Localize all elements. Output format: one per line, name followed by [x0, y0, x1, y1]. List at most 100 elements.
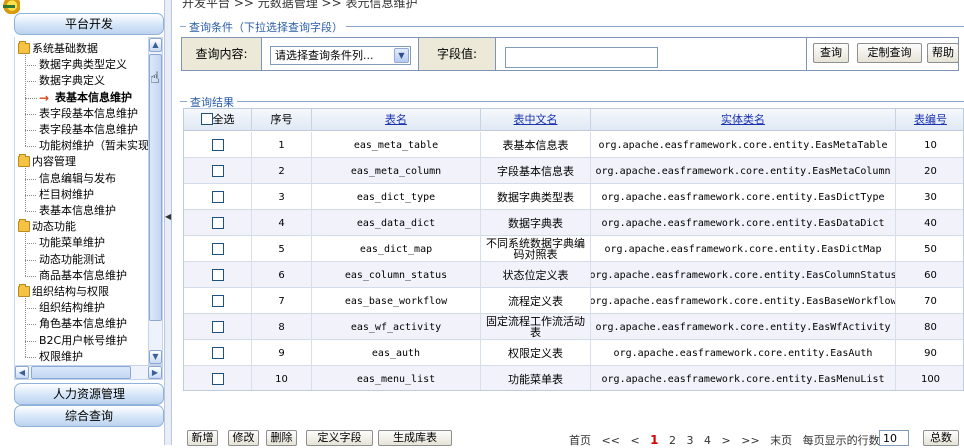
scroll-thumb[interactable] — [149, 54, 162, 321]
delete-button[interactable]: 删除 — [266, 430, 297, 446]
tree-item[interactable]: 功能树维护（暂未实现） — [15, 138, 149, 154]
table-no-cell: 90 — [896, 340, 963, 366]
row-checkbox-cell[interactable] — [184, 262, 252, 288]
row-checkbox-cell[interactable] — [184, 236, 252, 262]
scroll-right-icon[interactable]: ▶ — [148, 366, 162, 379]
tree-item[interactable]: 商品基本信息维护 — [15, 268, 127, 284]
tree-item-label: 组织结构维护 — [39, 301, 105, 315]
select-all-checkbox[interactable] — [200, 113, 213, 125]
add-button[interactable]: 新增 — [187, 430, 218, 446]
query-field-select[interactable]: 请选择查询条件列... ▼ — [270, 46, 411, 65]
row-checkbox-cell[interactable] — [184, 340, 252, 366]
table-no-header[interactable]: 表编号 — [896, 109, 963, 131]
query-section-title: 查询条件（下拉选择查询字段） — [186, 19, 346, 35]
hscroll-thumb[interactable] — [31, 366, 131, 379]
tree-item[interactable]: 角色基本信息维护 — [15, 316, 127, 332]
tree-item[interactable]: 表字段基本信息维护 — [15, 122, 138, 138]
field-value-input[interactable] — [505, 47, 658, 68]
sort-table-name-link[interactable]: 表名 — [385, 113, 407, 126]
row-checkbox[interactable] — [211, 295, 224, 307]
tree-item[interactable]: 栏目树维护 — [15, 187, 94, 203]
scroll-up-icon[interactable]: ▲ — [149, 38, 162, 52]
table-row[interactable]: 10 eas_menu_list 功能菜单表 org.apache.easframew… — [184, 366, 963, 390]
custom-query-button[interactable]: 定制查询 — [857, 43, 922, 63]
table-row[interactable]: 7 eas_base_workflow 流程定义表 org.apache.easfra… — [184, 288, 963, 314]
row-checkbox[interactable] — [211, 347, 224, 359]
tree-folder[interactable]: 组织结构与权限 — [15, 284, 109, 300]
total-button[interactable]: 总数 — [923, 430, 959, 446]
scroll-left-icon[interactable]: ◀ — [15, 366, 29, 379]
seq-cell: 8 — [252, 314, 312, 340]
row-checkbox-cell[interactable] — [184, 288, 252, 314]
tree-item[interactable]: 功能菜单维护 — [15, 235, 105, 251]
scroll-down-icon[interactable]: ▼ — [149, 350, 162, 364]
select-all-header[interactable]: 全选 — [184, 109, 252, 131]
pager-next-group[interactable]: >> — [741, 434, 759, 447]
pager-page-4[interactable]: 4 — [704, 434, 711, 447]
rows-per-page-input[interactable] — [879, 430, 909, 446]
tree-item[interactable]: 表基本信息维护 — [15, 203, 116, 219]
table-name-header[interactable]: 表名 — [312, 109, 481, 131]
table-no-cell-text: 20 — [924, 165, 937, 177]
row-checkbox-cell[interactable] — [184, 132, 252, 158]
tree-item[interactable]: 组织结构维护 — [15, 300, 105, 316]
section-hr[interactable]: 人力资源管理 — [14, 383, 164, 405]
pager-page-3[interactable]: 3 — [687, 434, 694, 447]
row-checkbox-cell[interactable] — [184, 314, 252, 340]
tree-item[interactable]: 表字段基本信息维护 — [15, 106, 138, 122]
pager-next[interactable]: > — [722, 434, 731, 447]
table-row[interactable]: 4 eas_data_dict 数据字典表 org.apache.easframewo… — [184, 210, 963, 236]
table-row[interactable]: 9 eas_auth 权限定义表 org.apache.easframework.co… — [184, 340, 963, 366]
collapse-arrow-icon[interactable]: ◀ — [165, 212, 171, 221]
pager-prev-group[interactable]: << — [602, 434, 620, 447]
table-row[interactable]: 3 eas_dict_type 数据字典类型表 org.apache.easframe… — [184, 184, 963, 210]
left-sidebar: 平台开发 系统基础数据 数据字典类型定义 数据字典定义 → 表基本信息维护 表字段基本信息… — [0, 0, 168, 445]
tree-item[interactable]: B2C用户帐号维护 — [15, 333, 127, 349]
table-no-cell-text: 10 — [924, 139, 937, 151]
row-checkbox[interactable] — [211, 191, 224, 203]
pager-last[interactable]: 末页 — [770, 434, 792, 447]
sort-table-no-link[interactable]: 表编号 — [914, 113, 947, 126]
section-platform-dev[interactable]: 平台开发 — [14, 13, 164, 35]
tree-item[interactable]: 动态功能测试 — [15, 252, 105, 268]
section-query[interactable]: 综合查询 — [14, 405, 164, 427]
table-row[interactable]: 6 eas_column_status 状态位定义表 org.apache.easfr… — [184, 262, 963, 288]
row-checkbox[interactable] — [211, 321, 224, 333]
entity-class-header[interactable]: 实体类名 — [591, 109, 896, 131]
row-checkbox-cell[interactable] — [184, 184, 252, 210]
tree-item[interactable]: 数据字典定义 — [15, 73, 105, 89]
row-checkbox-cell[interactable] — [184, 366, 252, 390]
tree-item[interactable]: 数据字典类型定义 — [15, 57, 127, 73]
tree-horizontal-scrollbar[interactable]: ◀ ▶ — [14, 365, 163, 380]
query-button[interactable]: 查询 — [813, 43, 849, 63]
row-checkbox[interactable] — [211, 243, 224, 255]
results-section-line — [180, 101, 964, 102]
generate-table-button[interactable]: 生成库表 — [378, 430, 452, 446]
sort-cn-name-link[interactable]: 表中文名 — [514, 113, 558, 126]
cn-name-header[interactable]: 表中文名 — [481, 109, 591, 131]
pager-first[interactable]: 首页 — [569, 434, 591, 447]
help-button[interactable]: 帮助 — [927, 43, 959, 63]
tree-item-current[interactable]: → 表基本信息维护 — [15, 90, 132, 106]
panel-splitter[interactable]: ◀ — [164, 0, 172, 445]
row-checkbox[interactable] — [211, 217, 224, 229]
sort-entity-class-link[interactable]: 实体类名 — [721, 113, 765, 126]
chevron-down-icon[interactable]: ▼ — [394, 48, 409, 63]
query-bar: 查询内容: 请选择查询条件列... ▼ 字段值: 查询 定制查询 帮助 — [181, 37, 959, 71]
row-checkbox[interactable] — [211, 373, 224, 385]
row-checkbox[interactable] — [211, 269, 224, 281]
pager-page-2[interactable]: 2 — [669, 434, 676, 447]
tree-item[interactable]: 信息编辑与发布 — [15, 171, 116, 187]
table-row[interactable]: 1 eas_meta_table 表基本信息表 org.apache.easframe… — [184, 132, 963, 158]
define-fields-button[interactable]: 定义字段 — [306, 430, 373, 446]
row-checkbox-cell[interactable] — [184, 210, 252, 236]
row-checkbox-cell[interactable] — [184, 158, 252, 184]
row-checkbox[interactable] — [211, 165, 224, 177]
edit-button[interactable]: 修改 — [228, 430, 259, 446]
table-row[interactable]: 2 eas_meta_column 字段基本信息表 org.apache.easfra… — [184, 158, 963, 184]
tree-folder[interactable]: 系统基础数据 — [15, 41, 98, 57]
pager-prev[interactable]: < — [630, 434, 639, 447]
row-checkbox[interactable] — [211, 139, 224, 151]
table-row[interactable]: 8 eas_wf_activity 固定流程工作流活动表 org.apache.eas… — [184, 314, 963, 340]
table-row[interactable]: 5 eas_dict_map 不同系统数据字典编码对照表 org.apache.eas… — [184, 236, 963, 262]
